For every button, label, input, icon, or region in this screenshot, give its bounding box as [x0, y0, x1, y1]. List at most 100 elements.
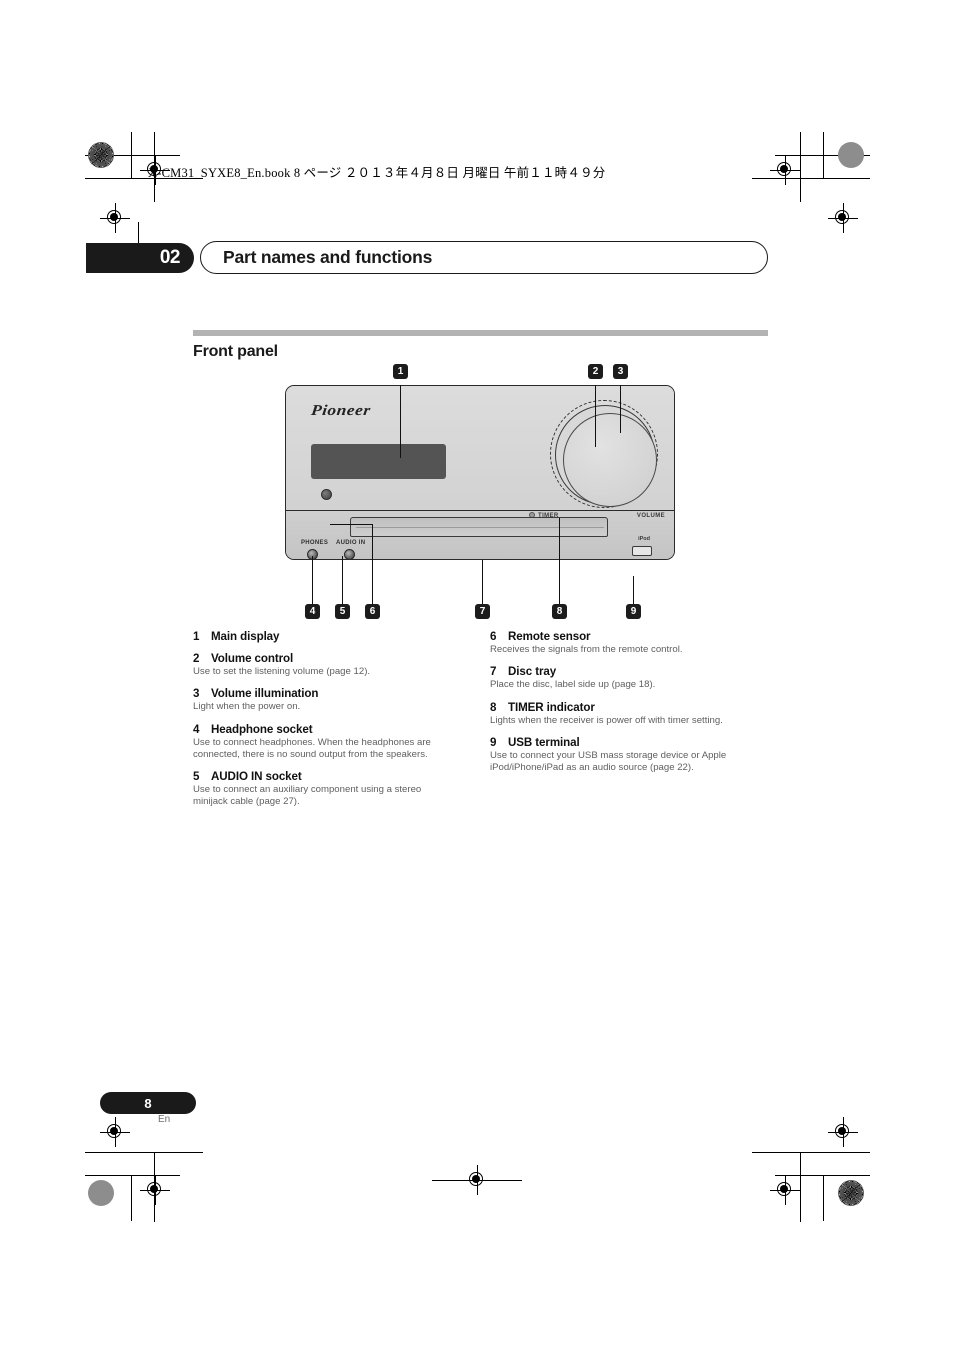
device-chassis: Pioneer VOLUME TIMER PHONES AUDIO IN iPo…	[285, 385, 675, 560]
callout-4: 4	[305, 604, 320, 619]
item-description: Use to connect headphones. When the head…	[193, 736, 431, 760]
item-description: Lights when the receiver is power off wi…	[490, 714, 723, 726]
crop-line	[800, 132, 801, 202]
crop-line	[823, 132, 824, 178]
audio-in-socket-icon[interactable]	[344, 549, 355, 560]
list-item: 6 Remote sensor Receives the signals fro…	[490, 630, 752, 656]
section-heading: Front panel	[193, 343, 278, 360]
item-title: Remote sensor	[508, 630, 591, 643]
item-description: Use to connect your USB mass storage dev…	[490, 749, 727, 774]
disc-tray-slot[interactable]	[350, 517, 608, 537]
leader-line-2	[595, 385, 596, 447]
leader-line-5	[342, 556, 343, 606]
item-number: 9	[490, 735, 497, 749]
volume-knob[interactable]	[563, 413, 657, 507]
item-title: Main display	[211, 630, 280, 643]
halftone-dot-icon	[88, 142, 114, 168]
list-item: 7 Disc tray Place the disc, label side u…	[490, 665, 752, 691]
item-title: Disc tray	[508, 665, 557, 679]
item-number: 2	[193, 652, 200, 665]
item-title: USB terminal	[508, 735, 580, 749]
registration-target-icon	[770, 1175, 800, 1205]
volume-knob-outer-ring	[555, 405, 657, 507]
callout-5: 5	[335, 604, 350, 619]
page-number: 8	[144, 1095, 152, 1111]
list-item: 1 Main display	[193, 630, 455, 643]
crop-line	[432, 1179, 462, 1181]
registration-target-icon-center-bottom	[462, 1165, 492, 1195]
item-number: 3	[193, 687, 200, 701]
callout-1: 1	[393, 364, 408, 379]
registration-target-icon	[100, 203, 130, 233]
crop-line	[800, 1152, 801, 1222]
crop-line	[85, 1152, 203, 1153]
phones-label: PHONES	[301, 540, 329, 546]
chapter-tab-stem	[138, 222, 139, 244]
main-display-panel	[311, 444, 446, 479]
registration-target-icon	[140, 1175, 170, 1205]
list-item: 8 TIMER indicator Lights when the receiv…	[490, 701, 752, 727]
item-number: 4	[193, 722, 200, 736]
solid-dot-icon	[838, 142, 864, 168]
item-number: 5	[193, 770, 200, 784]
solid-dot-icon	[88, 1180, 114, 1206]
volume-label: VOLUME	[636, 513, 665, 519]
print-file-header: X-CM31_SYXE8_En.book 8 ページ ２０１３年４月８日 月曜日…	[148, 166, 606, 180]
chapter-title-pill: Part names and functions	[200, 241, 768, 274]
leader-line-9	[633, 576, 634, 606]
leader-line-4	[312, 556, 313, 606]
leader-line-6	[372, 524, 373, 606]
parts-list-right: 6 Remote sensor Receives the signals fro…	[490, 630, 752, 783]
crop-line	[752, 1152, 870, 1153]
registration-target-icon	[828, 1117, 858, 1147]
registration-target-icon	[828, 203, 858, 233]
front-panel-diagram: Pioneer VOLUME TIMER PHONES AUDIO IN iPo…	[285, 385, 675, 595]
remote-sensor-icon	[321, 489, 332, 500]
item-description: Place the disc, label side up (page 18).	[490, 679, 656, 691]
item-title: Volume control	[211, 652, 294, 665]
callout-8: 8	[552, 604, 567, 619]
registration-target-icon	[770, 155, 800, 185]
leader-line-3	[620, 385, 621, 433]
usb-terminal-icon[interactable]	[632, 546, 652, 556]
crop-line	[492, 1179, 522, 1181]
list-item: 3 Volume illumination Light when the pow…	[193, 687, 455, 713]
callout-7: 7	[475, 604, 490, 619]
volume-illumination-ring	[550, 400, 658, 508]
list-item: 2 Volume control Use to set the listenin…	[193, 652, 455, 678]
leader-line-1	[400, 385, 401, 458]
pioneer-logo: Pioneer	[310, 403, 372, 419]
crop-line	[823, 1175, 824, 1221]
item-description: Use to connect an auxiliary component us…	[193, 784, 422, 808]
item-title: AUDIO IN socket	[211, 770, 302, 784]
callout-3: 3	[613, 364, 628, 379]
crop-line	[131, 132, 132, 178]
item-description: Light when the power on.	[193, 701, 301, 713]
item-description: Receives the signals from the remote con…	[490, 644, 683, 655]
item-title: Headphone socket	[211, 722, 313, 736]
leader-line-7	[482, 560, 483, 606]
item-number: 8	[490, 700, 497, 714]
item-number: 6	[490, 630, 497, 643]
callout-9: 9	[626, 604, 641, 619]
list-item: 5 AUDIO IN socket Use to connect an auxi…	[193, 770, 455, 809]
registration-target-icon	[100, 1117, 130, 1147]
chapter-number-tab: 02	[86, 243, 194, 273]
list-item: 4 Headphone socket Use to connect headph…	[193, 723, 455, 762]
page-number-badge: 8	[100, 1092, 196, 1114]
ipod-label: iPod	[638, 536, 650, 542]
parts-list-left: 1 Main display 2 Volume control Use to s…	[193, 630, 455, 818]
page-title: Part names and functions	[223, 247, 433, 267]
item-number: 1	[193, 630, 200, 643]
item-title: Volume illumination	[211, 687, 319, 701]
crop-line	[131, 1175, 132, 1221]
list-item: 9 USB terminal Use to connect your USB m…	[490, 736, 752, 775]
halftone-dot-icon	[838, 1180, 864, 1206]
page-language-code: En	[158, 1114, 171, 1125]
item-number: 7	[490, 665, 497, 679]
leader-line-6-horizontal	[330, 524, 372, 525]
chapter-number: 02	[159, 247, 181, 268]
callout-6: 6	[365, 604, 380, 619]
audio-in-label: AUDIO IN	[336, 540, 366, 546]
callout-2: 2	[588, 364, 603, 379]
